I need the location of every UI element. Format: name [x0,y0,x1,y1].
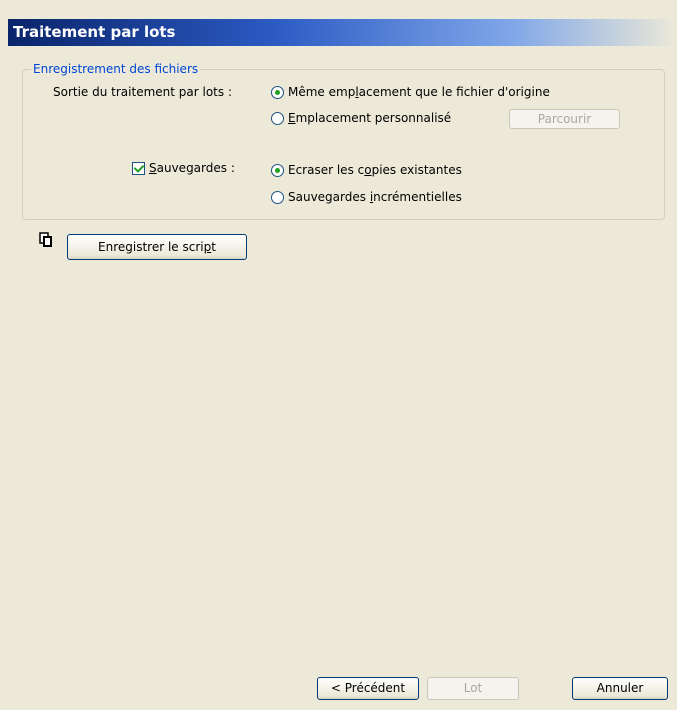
cancel-button[interactable]: Annuler [572,677,668,700]
radio-overwrite-label[interactable]: Ecraser les copies existantes [288,162,462,178]
radio-incremental-label[interactable]: Sauvegardes incrémentielles [288,189,462,205]
back-button[interactable]: < Précédent [317,677,419,700]
radio-same-location-label[interactable]: Même emplacement que le fichier d'origin… [288,84,550,100]
radio-custom-location[interactable] [271,112,284,125]
save-script-button[interactable]: Enregistrer le script [67,234,247,260]
radio-same-location[interactable] [271,86,284,99]
radio-custom-location-label[interactable]: Emplacement personnalisé [288,110,451,126]
batch-button[interactable]: Lot [427,677,519,700]
group-legend: Enregistrement des fichiers [31,62,201,76]
title-bar: Traitement par lots [0,0,677,52]
window-title: Traitement par lots [8,19,677,46]
output-label: Sortie du traitement par lots : [53,85,232,99]
copy-icon [39,232,52,247]
backups-checkbox-label[interactable]: Sauvegardes : [149,160,235,176]
backups-checkbox[interactable] [132,162,145,175]
radio-overwrite[interactable] [271,164,284,177]
browse-button[interactable]: Parcourir [509,109,620,129]
radio-incremental[interactable] [271,191,284,204]
